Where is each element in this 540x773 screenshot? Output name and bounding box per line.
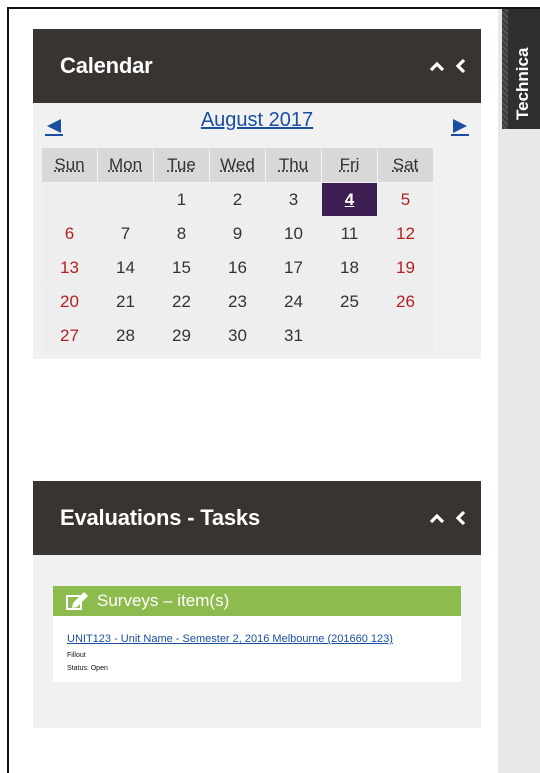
week-row: 27 28 29 30 31 [42, 319, 433, 352]
day-cell[interactable]: 2 [210, 183, 265, 216]
month-title[interactable]: August 2017 [33, 109, 481, 132]
calendar-title: Calendar [60, 53, 153, 78]
weekday-header: Sat [378, 148, 433, 182]
weekday-header: Fri [322, 148, 377, 182]
day-cell[interactable]: 29 [154, 319, 209, 352]
week-row: 20 21 22 23 24 25 26 [42, 285, 433, 318]
collapse-icon[interactable] [429, 512, 445, 524]
day-cell[interactable]: 6 [42, 217, 97, 250]
weekday-header: Mon [98, 148, 153, 182]
day-cell[interactable]: 14 [98, 251, 153, 284]
surveys-label: Surveys – item(s) [97, 591, 230, 610]
status-label: Status: Open [67, 665, 108, 672]
next-month-icon[interactable] [447, 117, 471, 137]
day-cell [322, 319, 377, 352]
survey-card: UNIT123 - Unit Name - Semester 2, 2016 M… [53, 616, 461, 682]
evaluations-body: Surveys – item(s) UNIT123 - Unit Name - … [33, 555, 481, 728]
day-cell[interactable]: 5 [378, 183, 433, 216]
calendar-grid: Sun Mon Tue Wed Thu Fri Sat 1 2 3 4 5 6 [41, 147, 434, 353]
evaluations-header: Evaluations - Tasks [33, 481, 481, 555]
day-cell[interactable]: 10 [266, 217, 321, 250]
day-cell[interactable]: 15 [154, 251, 209, 284]
collapse-icon[interactable] [429, 60, 445, 72]
weekday-header: Thu [266, 148, 321, 182]
day-cell[interactable]: 13 [42, 251, 97, 284]
side-tab-label[interactable]: Technica [512, 10, 534, 120]
day-cell[interactable]: 18 [322, 251, 377, 284]
day-cell[interactable]: 20 [42, 285, 97, 318]
calendar-header: Calendar [33, 29, 481, 103]
weekday-row: Sun Mon Tue Wed Thu Fri Sat [42, 148, 433, 182]
chevron-left-icon[interactable] [455, 58, 467, 74]
fillout-label[interactable]: Fillout [67, 652, 447, 659]
day-cell[interactable]: 1 [154, 183, 209, 216]
day-cell[interactable]: 7 [98, 217, 153, 250]
evaluations-footer [53, 682, 461, 712]
day-cell[interactable]: 16 [210, 251, 265, 284]
week-row: 1 2 3 4 5 [42, 183, 433, 216]
calendar-nav: August 2017 [33, 103, 481, 147]
evaluations-widget: Evaluations - Tasks Surveys – item(s) UN… [33, 481, 481, 728]
day-cell[interactable]: 12 [378, 217, 433, 250]
day-cell[interactable]: 25 [322, 285, 377, 318]
day-cell[interactable]: 30 [210, 319, 265, 352]
day-cell[interactable]: 27 [42, 319, 97, 352]
day-cell[interactable]: 23 [210, 285, 265, 318]
edit-icon [66, 592, 88, 610]
day-cell [378, 319, 433, 352]
day-cell [98, 183, 153, 216]
day-cell[interactable]: 9 [210, 217, 265, 250]
day-cell[interactable]: 11 [322, 217, 377, 250]
day-cell[interactable]: 26 [378, 285, 433, 318]
day-cell[interactable]: 24 [266, 285, 321, 318]
day-cell-today[interactable]: 4 [322, 183, 377, 216]
chevron-left-icon[interactable] [455, 510, 467, 526]
day-cell[interactable]: 17 [266, 251, 321, 284]
surveys-bar[interactable]: Surveys – item(s) [53, 586, 461, 616]
day-cell[interactable]: 31 [266, 319, 321, 352]
day-cell[interactable]: 19 [378, 251, 433, 284]
day-cell[interactable]: 22 [154, 285, 209, 318]
calendar-widget: Calendar August 2017 Sun Mon Tue Wed Thu [33, 29, 481, 359]
weekday-header: Tue [154, 148, 209, 182]
day-cell[interactable]: 21 [98, 285, 153, 318]
day-cell[interactable]: 28 [98, 319, 153, 352]
survey-link[interactable]: UNIT123 - Unit Name - Semester 2, 2016 M… [67, 632, 447, 646]
week-row: 6 7 8 9 10 11 12 [42, 217, 433, 250]
week-row: 13 14 15 16 17 18 19 [42, 251, 433, 284]
day-cell [42, 183, 97, 216]
evaluations-title: Evaluations - Tasks [60, 505, 260, 530]
calendar-bottom-pad [33, 353, 481, 359]
day-cell[interactable]: 8 [154, 217, 209, 250]
weekday-header: Sun [42, 148, 97, 182]
day-cell[interactable]: 3 [266, 183, 321, 216]
weekday-header: Wed [210, 148, 265, 182]
